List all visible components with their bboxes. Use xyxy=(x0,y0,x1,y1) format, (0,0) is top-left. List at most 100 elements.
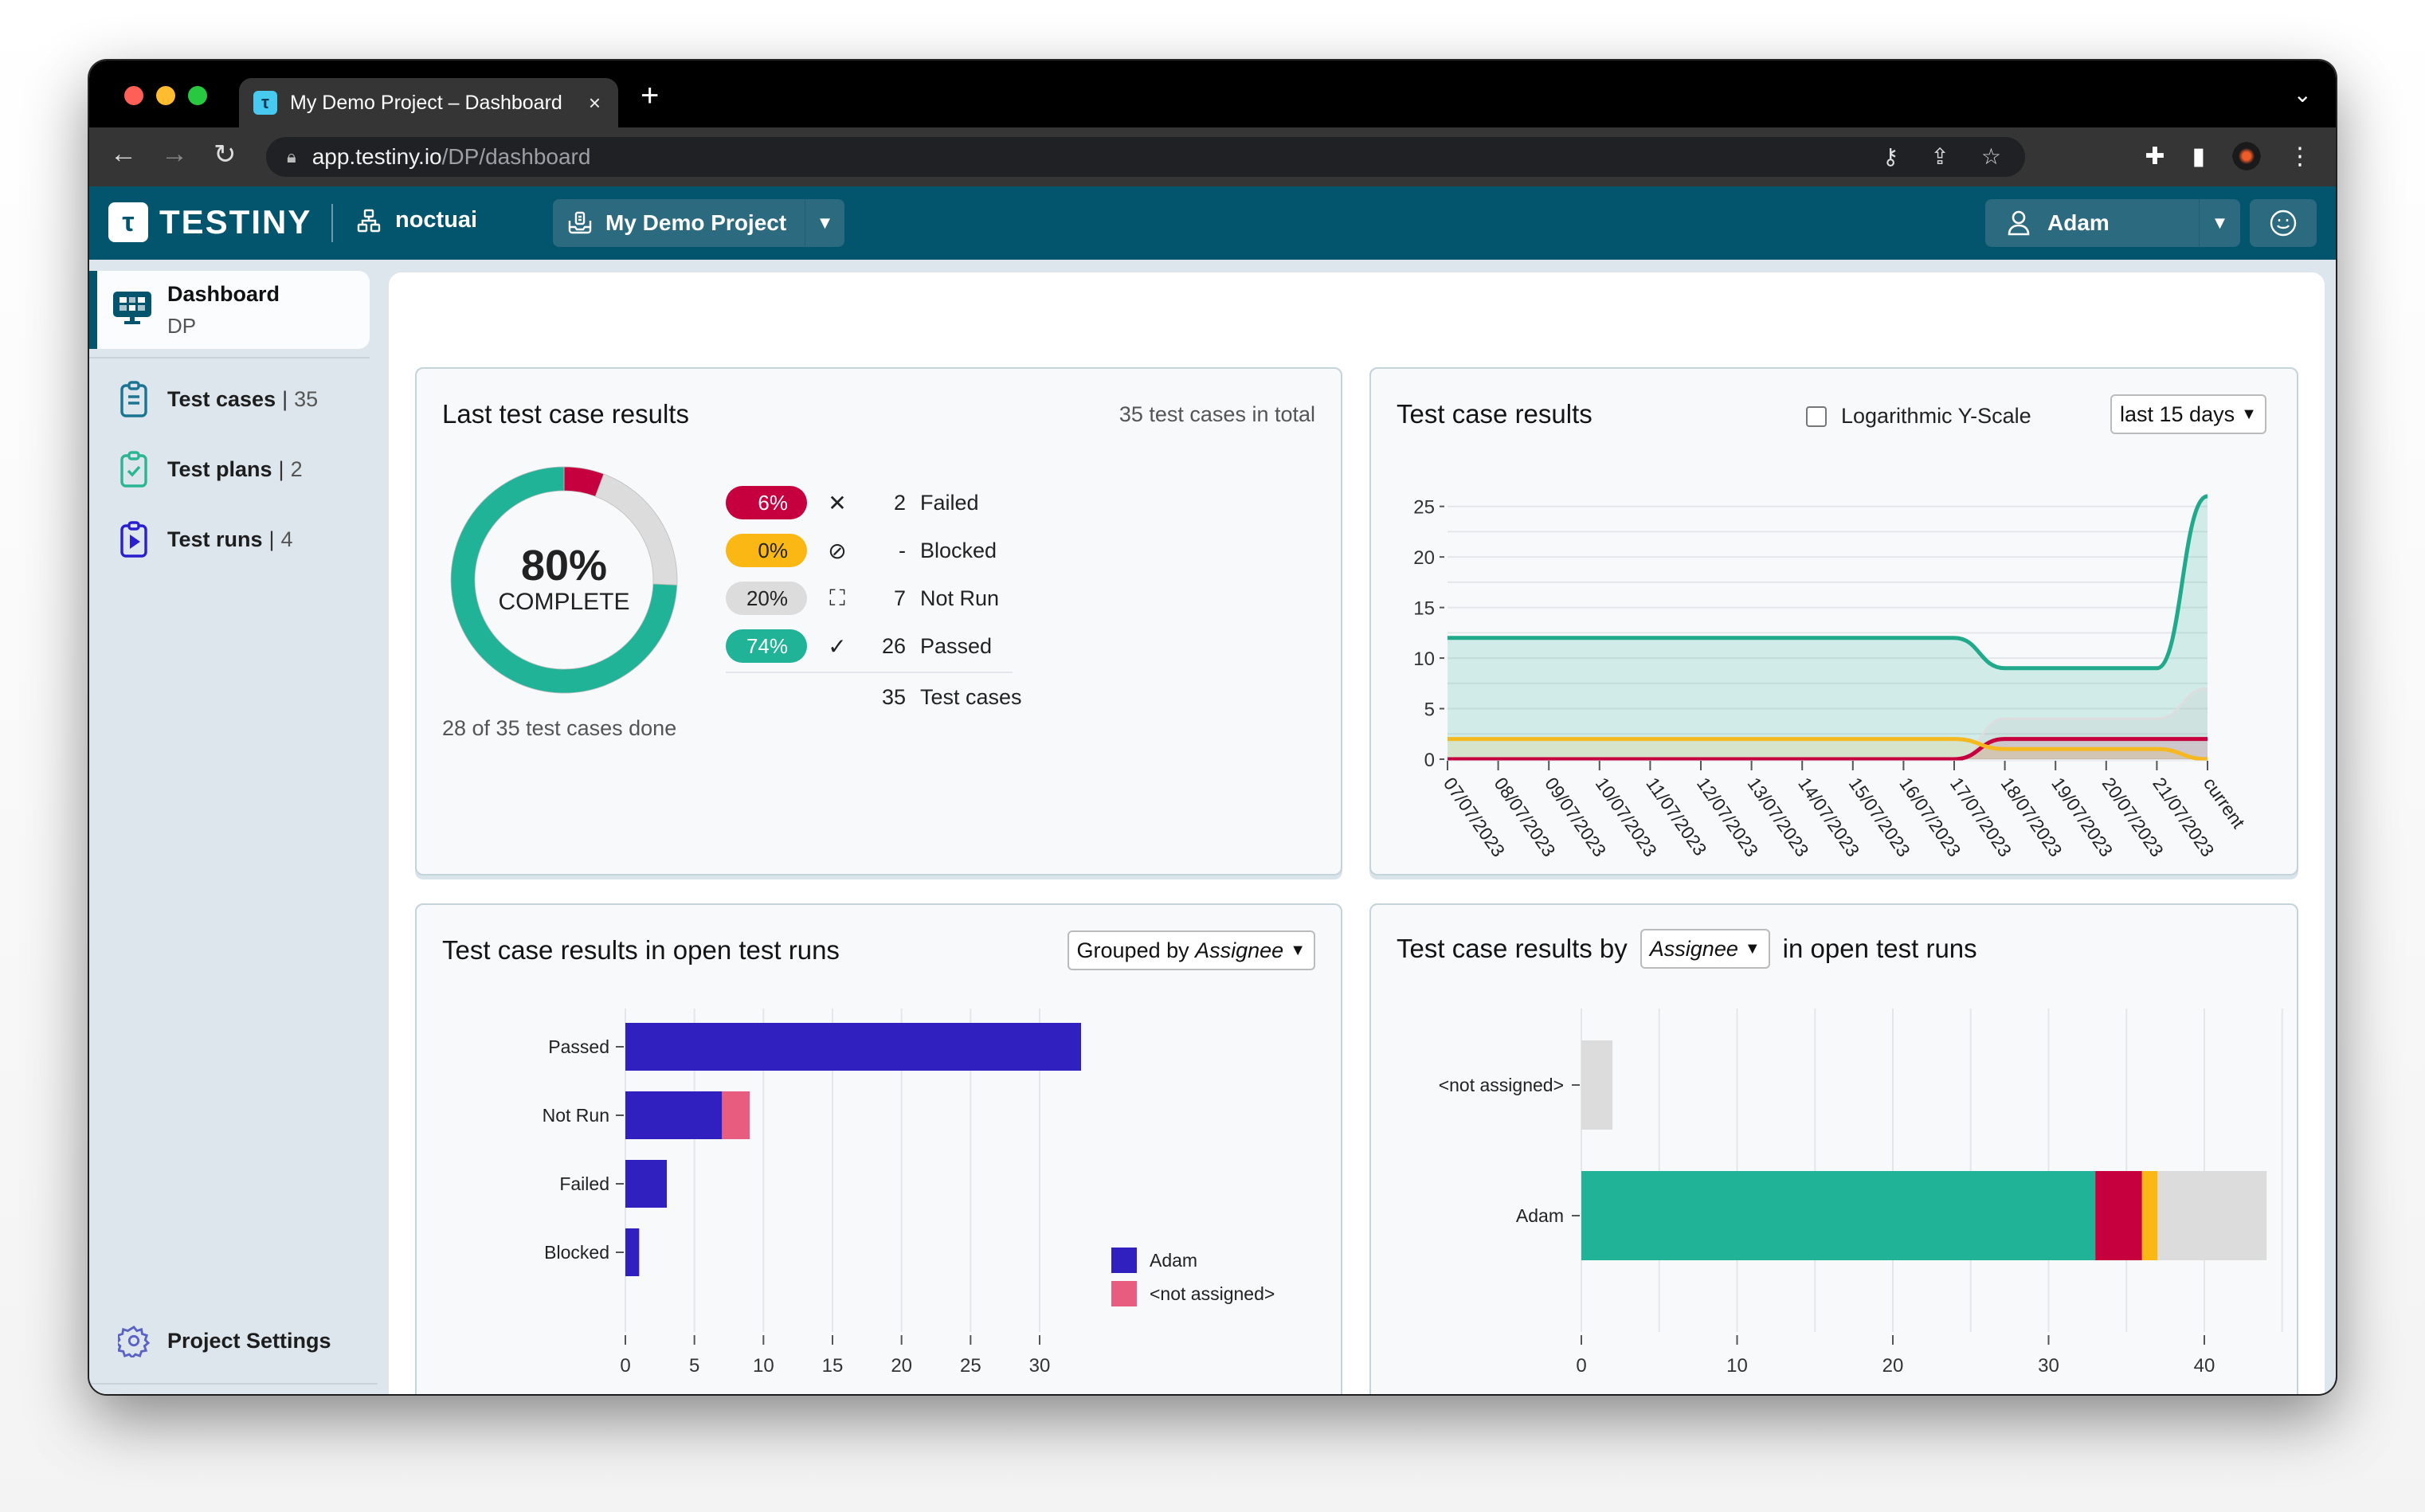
back-arrow-icon[interactable]: ← xyxy=(110,139,137,170)
card-title-suffix: in open test runs xyxy=(1782,934,1977,963)
percent-pill: 74% xyxy=(726,629,807,663)
project-dropdown-chevron-icon[interactable]: ▼ xyxy=(805,199,844,247)
card-test-case-results-trend: Test case results Logarithmic Y-Scale la… xyxy=(1369,367,2298,875)
x-tick-label: 25 xyxy=(960,1355,981,1377)
sidebar-divider xyxy=(89,1383,378,1385)
card-title-prefix: Test case results by xyxy=(1397,934,1628,963)
forward-arrow-icon[interactable]: → xyxy=(161,139,188,170)
done-note: 28 of 35 test cases done xyxy=(442,716,677,740)
log-scale-checkbox[interactable] xyxy=(1806,405,1827,427)
result-label: Blocked xyxy=(920,538,997,562)
puzzle-icon[interactable]: ✚ xyxy=(2145,143,2164,170)
project-settings-label: Project Settings xyxy=(167,1328,331,1353)
sidebar-item-dashboard[interactable]: Dashboard DP xyxy=(89,271,370,349)
kebab-menu-icon[interactable]: ⋮ xyxy=(2288,143,2312,170)
percent-pill: 0% xyxy=(726,534,807,567)
total-test-cases-note: 35 test cases in total xyxy=(1118,402,1315,426)
share-icon[interactable]: ⇪ xyxy=(1930,143,1949,170)
lock-icon[interactable]: 🔒︎ xyxy=(287,147,296,167)
x-tick-label: 0 xyxy=(1576,1355,1586,1377)
org-name: noctuai xyxy=(395,207,478,233)
reload-icon[interactable]: ↻ xyxy=(214,139,237,170)
assignee-select-value: Assignee xyxy=(1649,936,1738,961)
x-tick-label: 30 xyxy=(1029,1355,1051,1377)
card-title: Last test case results xyxy=(442,399,689,429)
card-results-by-assignee: Test case results by Assignee ▼ in open … xyxy=(1369,903,2298,1394)
new-tab-button[interactable]: + xyxy=(641,80,659,112)
user-name: Adam xyxy=(2047,210,2110,235)
result-row-failed[interactable]: 6% ✕ 2 Failed xyxy=(726,485,979,520)
group-by-prefix: Grouped by xyxy=(1076,938,1196,962)
result-row-passed[interactable]: 74% ✓ 26 Passed xyxy=(726,629,992,664)
log-scale-label: Logarithmic Y-Scale xyxy=(1841,404,2031,428)
group-by-select[interactable]: Grouped by Assignee ▼ xyxy=(1067,930,1315,970)
testiny-logo[interactable]: τ TESTINY xyxy=(108,202,311,242)
y-tick-label: 25 xyxy=(1413,497,1435,519)
sidebar-item-test-plans[interactable]: Test plans | 2 xyxy=(118,451,303,488)
x-tick-label: 5 xyxy=(689,1355,699,1377)
sidepanel-icon[interactable]: ▮ xyxy=(2192,143,2205,170)
address-bar[interactable]: 🔒︎ app.testiny.io/DP/dashboard ⚷ ⇪ ☆ xyxy=(266,137,2025,177)
result-count: 26 xyxy=(881,633,906,658)
feedback-button[interactable] xyxy=(2250,199,2317,247)
chevron-down-icon: ▼ xyxy=(1290,941,1306,959)
project-selector[interactable]: My Demo Project ▼ xyxy=(553,199,844,247)
log-scale-toggle[interactable]: Logarithmic Y-Scale xyxy=(1806,404,2031,429)
total-label: Test cases xyxy=(920,684,1022,709)
sidebar-label: Test plans xyxy=(167,456,272,481)
y-tick-label: Blocked xyxy=(544,1242,609,1263)
dashboard-content: Last test case results 35 test cases in … xyxy=(389,272,2325,1394)
trend-chart: 051015202507/07/202308/07/202309/07/2023… xyxy=(1413,494,2250,860)
clipboard-list-icon xyxy=(120,381,147,417)
card-title: Test case results xyxy=(1397,399,1593,429)
card-title: Test case results in open test runs xyxy=(442,935,840,965)
completion-percent: 80% xyxy=(520,542,608,590)
bar-not-assigned-not-run xyxy=(1581,1040,1613,1130)
sidebar-separator: | xyxy=(268,527,275,551)
bar-not-run-not-assigned xyxy=(722,1091,750,1139)
completion-donut: 80% COMPLETE xyxy=(449,464,680,695)
organization-link[interactable]: noctuai xyxy=(357,207,477,233)
y-tick-label: Passed xyxy=(548,1036,609,1057)
app-header: τ TESTINY noctuai My Demo Project ▼ Adam… xyxy=(89,186,2336,260)
key-icon[interactable]: ⚷ xyxy=(1882,143,1899,170)
clipboard-check-icon xyxy=(120,451,147,488)
y-tick-label: Adam xyxy=(1516,1205,1564,1226)
assignee-select[interactable]: Assignee ▼ xyxy=(1640,929,1770,969)
org-chart-icon xyxy=(357,209,381,232)
bar-failed-adam xyxy=(625,1160,667,1208)
group-by-value: Assignee xyxy=(1195,938,1284,962)
maximize-window-button[interactable] xyxy=(188,86,207,105)
sidebar: Dashboard DP Test cases | 35 Test plans … xyxy=(89,260,389,1394)
y-tick-label: <not assigned> xyxy=(1439,1075,1564,1095)
sidebar-dashboard-project-key: DP xyxy=(167,314,197,338)
tab-close-icon[interactable]: × xyxy=(589,91,601,116)
sidebar-item-project-settings[interactable]: Project Settings xyxy=(118,1324,331,1357)
user-menu[interactable]: Adam ▼ xyxy=(1985,199,2240,247)
result-label: Failed xyxy=(920,490,979,515)
user-icon xyxy=(2008,210,2030,236)
browser-tab-active[interactable]: τ My Demo Project – Dashboard × xyxy=(239,78,618,127)
legend-label: Adam xyxy=(1150,1250,1197,1271)
range-select[interactable]: last 15 days ▼ xyxy=(2110,394,2266,434)
result-row-blocked[interactable]: 0% ⊘ - Blocked xyxy=(726,533,997,568)
browser-window: τ My Demo Project – Dashboard × + ⌄ ← → … xyxy=(89,61,2336,1394)
passed-check-icon: ✓ xyxy=(828,633,847,659)
logo-text: TESTINY xyxy=(159,203,312,241)
x-tick-label: 10 xyxy=(753,1355,774,1377)
bar-adam-passed xyxy=(1581,1171,2096,1260)
sidebar-item-test-cases[interactable]: Test cases | 35 xyxy=(118,381,318,417)
star-icon[interactable]: ☆ xyxy=(1981,143,2001,170)
sidebar-dashboard-label: Dashboard xyxy=(167,282,280,306)
user-dropdown-chevron-icon[interactable]: ▼ xyxy=(2199,199,2240,247)
sidebar-item-test-runs[interactable]: Test runs | 4 xyxy=(118,521,293,558)
open-runs-bar-chart: 0 5 10 15 20 25 30 Passed Not Run Failed Blocked Ad… xyxy=(543,1009,1275,1377)
bar-adam-not-run xyxy=(2157,1171,2267,1260)
minimize-window-button[interactable] xyxy=(156,86,175,105)
profile-icon[interactable] xyxy=(2232,142,2261,170)
y-tick-label: 15 xyxy=(1413,598,1435,620)
close-window-button[interactable] xyxy=(124,86,143,105)
result-row-not-run[interactable]: 20% ⛶ 7 Not Run xyxy=(726,581,999,616)
sidebar-count: 4 xyxy=(280,527,293,551)
tab-search-chevron-icon[interactable]: ⌄ xyxy=(2294,81,2312,108)
